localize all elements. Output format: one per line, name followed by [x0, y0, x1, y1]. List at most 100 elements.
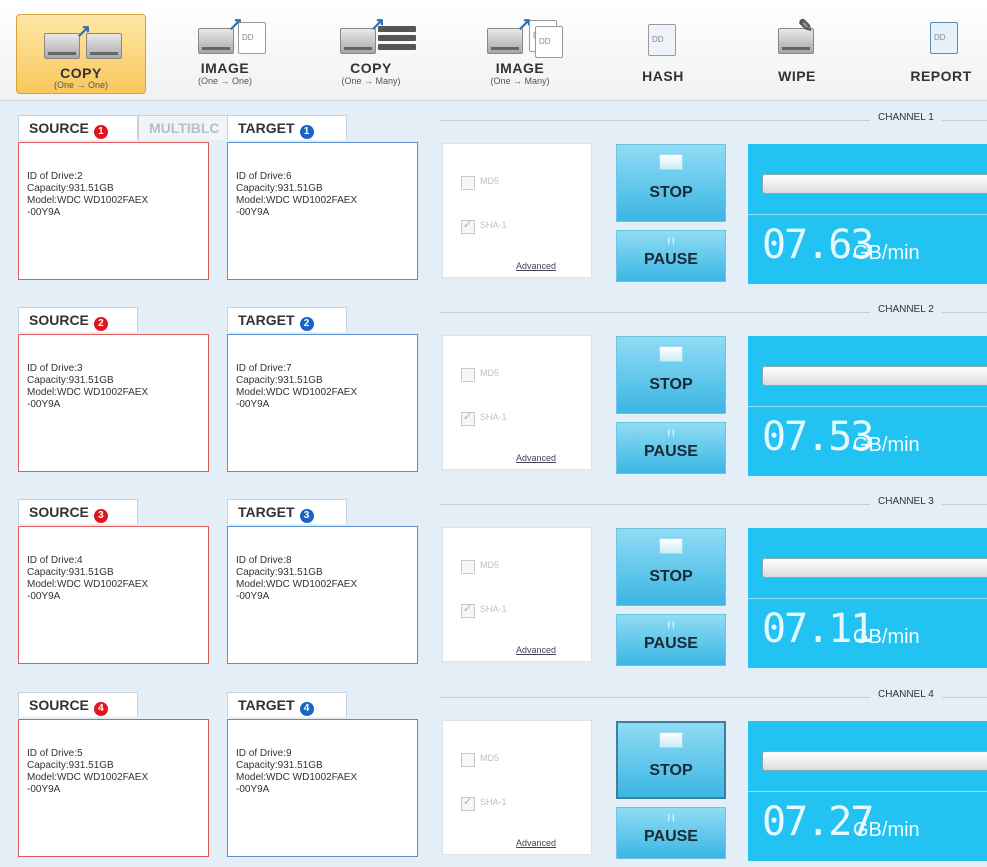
source-tab[interactable]: SOURCE 3 — [18, 499, 138, 524]
stop-icon — [659, 732, 683, 748]
drive-model: Model:WDC WD1002FAEX — [236, 195, 358, 206]
drive-model-suffix: -00Y9A — [236, 591, 270, 602]
drive-id: ID of Drive:8 — [236, 555, 292, 566]
channel-panel: CHANNEL 2 SOURCE 2 TARGET 2 ID of Drive:3 … — [0, 292, 987, 482]
drive-copy-icon: ↗ — [36, 21, 126, 61]
panel-separator — [748, 791, 987, 792]
progress-panel: 07.27 GB/min — [748, 721, 987, 861]
target-tab[interactable]: TARGET 3 — [227, 499, 347, 524]
source-tab-label: SOURCE — [29, 697, 89, 713]
image-one-to-one-button[interactable]: ↗ IMAGE (One → One) — [160, 10, 290, 96]
source-tab[interactable]: SOURCE 2 — [18, 307, 138, 332]
drive-model-suffix: -00Y9A — [236, 399, 270, 410]
sha1-label: SHA-1 — [480, 220, 507, 230]
mode-toolbar: ↗ COPY (One → One) ↗ IMAGE (One → One) ↗… — [0, 0, 987, 101]
progress-bar — [762, 366, 987, 386]
channel-panel: CHANNEL 3 SOURCE 3 TARGET 3 ID of Drive:4 … — [0, 484, 987, 674]
target-tab-label: TARGET — [238, 697, 295, 713]
stop-button[interactable]: STOP — [616, 336, 726, 414]
channel-panel: CHANNEL 1 SOURCE 1 MULTIBLC TARGET 1 ID of… — [0, 100, 987, 290]
sha1-checkbox[interactable] — [461, 410, 475, 426]
stop-icon — [659, 154, 683, 170]
pause-label: PAUSE — [644, 828, 698, 845]
pause-button[interactable]: | | PAUSE — [616, 230, 726, 282]
target-tab[interactable]: TARGET 2 — [227, 307, 347, 332]
image-one-to-many-button[interactable]: ↗ IMAGE (One → Many) — [455, 10, 585, 96]
md5-label: MD5 — [480, 753, 500, 763]
channel-title: CHANNEL 4 — [870, 689, 942, 700]
advanced-link[interactable]: Advanced — [516, 645, 556, 655]
drive-model: Model:WDC WD1002FAEX — [27, 387, 149, 398]
source-tab[interactable]: SOURCE 4 — [18, 692, 138, 717]
source-tab-label: SOURCE — [29, 504, 89, 520]
sha1-label: SHA-1 — [480, 797, 507, 807]
pause-label: PAUSE — [644, 443, 698, 460]
stop-icon — [659, 538, 683, 554]
source-tab[interactable]: SOURCE 1 — [18, 115, 138, 140]
target-tab[interactable]: TARGET 1 — [227, 115, 347, 140]
progress-bar — [762, 174, 987, 194]
md5-checkbox[interactable] — [461, 368, 475, 382]
progress-panel: 07.11 GB/min — [748, 528, 987, 668]
stop-button[interactable]: STOP — [616, 528, 726, 606]
multiblock-tab[interactable]: MULTIBLC — [138, 115, 228, 140]
sha1-label: SHA-1 — [480, 604, 507, 614]
speed-unit: GB/min — [853, 242, 920, 264]
drive-id: ID of Drive:6 — [236, 171, 292, 182]
drive-image-many-icon: ↗ — [475, 14, 565, 58]
tool-label: HASH — [642, 68, 684, 84]
sha1-checkbox[interactable] — [461, 218, 475, 234]
stop-button[interactable]: STOP — [616, 721, 726, 799]
report-button[interactable]: REPORT — [876, 10, 987, 96]
target-drive-info: ID of Drive:6 Capacity:931.51GB Model:WD… — [227, 142, 418, 280]
panel-separator — [748, 406, 987, 407]
md5-checkbox[interactable] — [461, 560, 475, 574]
advanced-link[interactable]: Advanced — [516, 453, 556, 463]
wipe-button[interactable]: ✎ WIPE — [732, 10, 862, 96]
tool-sublabel: (One → One) — [197, 76, 253, 86]
advanced-link[interactable]: Advanced — [516, 261, 556, 271]
drive-capacity: Capacity:931.51GB — [236, 760, 323, 771]
drive-id: ID of Drive:4 — [27, 555, 83, 566]
drive-model: Model:WDC WD1002FAEX — [236, 579, 358, 590]
sha1-checkbox[interactable] — [461, 602, 475, 618]
progress-bar — [762, 558, 987, 578]
pause-button[interactable]: | | PAUSE — [616, 807, 726, 859]
stop-button[interactable]: STOP — [616, 144, 726, 222]
channel-title: CHANNEL 2 — [870, 304, 942, 315]
report-document-icon — [896, 20, 986, 54]
pause-button[interactable]: | | PAUSE — [616, 422, 726, 474]
md5-checkbox[interactable] — [461, 753, 475, 767]
pause-icon: | | — [667, 813, 675, 822]
target-tab[interactable]: TARGET 4 — [227, 692, 347, 717]
hash-button[interactable]: HASH — [598, 10, 728, 96]
pause-button[interactable]: | | PAUSE — [616, 614, 726, 666]
drive-copy-many-icon: ↗ — [326, 14, 416, 54]
tool-label: REPORT — [910, 68, 972, 84]
hash-options: MD5 SHA-1 Advanced — [442, 143, 592, 278]
drive-model-suffix: -00Y9A — [236, 207, 270, 218]
drive-id: ID of Drive:9 — [236, 748, 292, 759]
panel-separator — [748, 598, 987, 599]
channel-title: CHANNEL 1 — [870, 112, 942, 123]
drive-model: Model:WDC WD1002FAEX — [236, 387, 358, 398]
stop-icon — [659, 346, 683, 362]
drive-id: ID of Drive:2 — [27, 171, 83, 182]
source-drive-info: ID of Drive:4 Capacity:931.51GB Model:WD… — [18, 526, 209, 664]
copy-one-to-many-button[interactable]: ↗ COPY (One → Many) — [306, 10, 436, 96]
stop-label: STOP — [649, 376, 693, 393]
stop-label: STOP — [649, 184, 693, 201]
progress-panel: 07.63 GB/min — [748, 144, 987, 284]
source-drive-info: ID of Drive:5 Capacity:931.51GB Model:WD… — [18, 719, 209, 857]
md5-checkbox[interactable] — [461, 176, 475, 190]
advanced-link[interactable]: Advanced — [516, 838, 556, 848]
drive-id: ID of Drive:7 — [236, 363, 292, 374]
copy-one-to-one-button[interactable]: ↗ COPY (One → One) — [16, 14, 146, 94]
sha1-checkbox[interactable] — [461, 795, 475, 811]
speed-unit: GB/min — [853, 626, 920, 648]
wipe-drive-icon: ✎ — [752, 16, 842, 54]
drive-model-suffix: -00Y9A — [27, 591, 61, 602]
drive-model-suffix: -00Y9A — [27, 207, 61, 218]
drive-model-suffix: -00Y9A — [27, 784, 61, 795]
speed-unit: GB/min — [853, 434, 920, 456]
